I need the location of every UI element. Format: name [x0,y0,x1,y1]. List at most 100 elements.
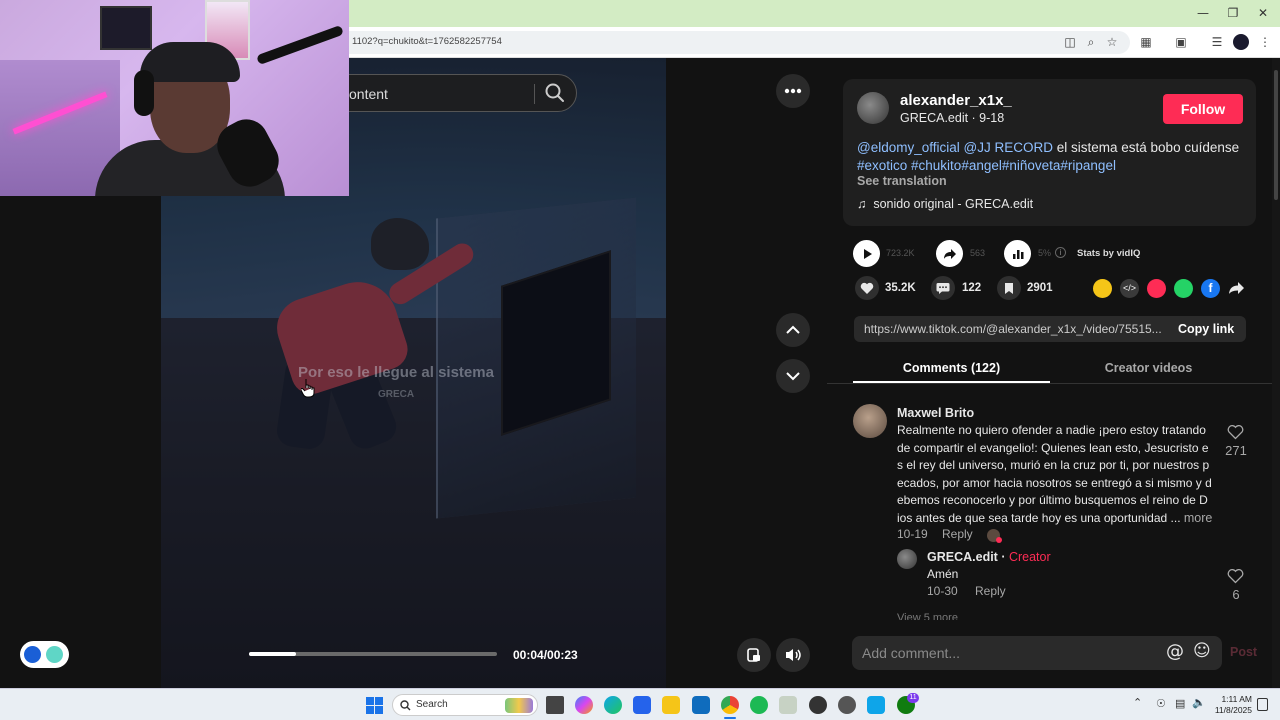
video-progress-bar[interactable] [249,652,497,656]
obs-icon[interactable] [809,696,827,714]
floating-player-button[interactable] [737,638,771,672]
vidiq-stats-button[interactable] [1004,240,1031,267]
video-link-text[interactable]: https://www.tiktok.com/@alexander_x1x_/v… [864,322,1162,336]
panel-scrollbar-thumb[interactable] [1274,70,1278,200]
store-icon[interactable] [633,696,651,714]
emoji-icon[interactable]: ☺ [1193,641,1211,661]
mention-at-icon[interactable]: @ [1166,641,1184,662]
speaker-icon[interactable]: 🔈 [1192,696,1206,709]
microphone-tray-icon[interactable]: ☉ [1156,697,1166,710]
install-app-icon[interactable]: ◫ [1062,34,1078,50]
vidiq-percent: 5% [1038,248,1052,258]
hand-cursor-icon [301,379,315,398]
follow-button[interactable]: Follow [1163,94,1243,124]
previous-video-button[interactable] [776,313,810,347]
file-explorer-icon[interactable] [662,696,680,714]
description-text: el sistema está bobo cuídense [1053,140,1240,155]
task-view-icon[interactable] [546,696,564,714]
notification-bell-icon[interactable] [1257,698,1268,711]
reply-reply-button[interactable]: Reply [975,584,1006,598]
whatsapp-icon[interactable] [1174,279,1193,298]
webcam-person-cap [140,42,240,82]
close-icon[interactable]: ✕ [1248,4,1278,22]
extensions-icon[interactable]: ▦ [1138,34,1154,50]
mention-link[interactable]: @eldomy_official [857,140,960,155]
more-options-button[interactable] [776,74,810,108]
copilot-icon[interactable] [575,696,593,714]
profile-avatar-icon[interactable] [1233,34,1249,50]
minimize-icon[interactable]: — [1188,4,1218,22]
save-button[interactable] [997,276,1021,300]
post-comment-button[interactable]: Post [1230,645,1257,659]
commenter-name[interactable]: Maxwel Brito [897,406,974,420]
outlook-icon[interactable] [692,696,710,714]
network-icon[interactable]: ▤ [1175,697,1185,710]
restore-icon[interactable]: ❐ [1218,4,1248,22]
see-translation-link[interactable]: See translation [857,174,947,188]
like-button[interactable] [855,276,879,300]
address-bar[interactable]: 1102?q=chukito&t=1762582257754 [330,31,1130,54]
play-button[interactable] [853,240,880,267]
taskbar-search[interactable]: Search [392,694,538,716]
bookmark-star-icon[interactable]: ☆ [1104,34,1120,50]
facebook-icon[interactable]: f [1201,279,1220,298]
commenter-avatar[interactable] [853,404,887,438]
reply-text: Amén [927,567,959,581]
reply-like-heart-icon[interactable] [1227,569,1244,584]
view-more-replies[interactable]: View 5 more [897,612,958,620]
browser-menu-icon[interactable]: ⋮ [1257,34,1273,50]
search-input[interactable]: ontent [349,86,388,102]
search-highlight-icon [505,698,533,713]
send-to-friends-icon[interactable] [1147,279,1166,298]
share-stat-button[interactable] [936,240,963,267]
volume-button[interactable] [776,638,810,672]
extension-toggle[interactable] [20,641,69,668]
comment-input[interactable]: Add comment... [862,645,960,661]
author-avatar[interactable] [857,92,889,124]
mention-link[interactable]: @JJ RECORD [964,140,1053,155]
tray-chevron-up-icon[interactable]: ⌃ [1133,696,1142,709]
next-video-button[interactable] [776,359,810,393]
spotify-icon[interactable] [750,696,768,714]
clock-time[interactable]: 1:11 AM [1206,694,1252,704]
tab-creator-videos[interactable]: Creator videos [1050,361,1247,375]
copy-link-button[interactable]: Copy link [1178,322,1234,336]
comment-reply-button[interactable]: Reply [942,527,973,541]
comment-line: ecados, por amor hacia nosotros se entre… [897,475,1212,490]
reading-list-icon[interactable]: ☰ [1209,34,1225,50]
hashtags[interactable]: #exotico #chukito#angel#niñoveta#ripange… [857,158,1116,173]
comment-input-box[interactable]: Add comment... @ ☺ [852,636,1222,670]
more-share-icon[interactable] [1228,280,1245,296]
sound-link[interactable]: ♫ sonido original - GRECA.edit [857,197,1033,211]
zoom-icon[interactable]: ⌕ [1083,34,1099,50]
windows-taskbar: Search 11 ⌃ ☉ ▤ 🔈 1:11 AM 11/8/2025 [0,688,1280,720]
shares-count: 563 [970,248,986,258]
app-icon[interactable] [779,696,797,714]
info-icon[interactable]: i [1055,247,1066,258]
comment-button[interactable] [931,276,955,300]
embed-code-icon[interactable]: </> [1120,279,1139,298]
author-name[interactable]: alexander_x1x_ [900,92,1012,109]
app-icon[interactable] [838,696,856,714]
comment-likes-count: 271 [1225,443,1247,458]
bookmark-icon [1005,282,1013,294]
active-tab-indicator [853,381,1050,383]
repost-icon[interactable] [1093,279,1112,298]
video-time: 00:04/00:23 [513,648,578,662]
comment-more-link[interactable]: more [1184,511,1212,525]
chrome-icon[interactable] [721,696,739,714]
video-progress-fill [249,652,297,656]
cast-icon[interactable]: ▣ [1173,34,1189,50]
reply-author-name[interactable]: GRECA.edit [927,550,998,564]
search-icon[interactable] [544,82,566,104]
edge-icon[interactable] [604,696,622,714]
clock-date[interactable]: 11/8/2025 [1206,705,1252,715]
webcam-headphone [134,70,154,116]
windows-start-icon[interactable] [366,697,383,714]
tab-comments[interactable]: Comments (122) [853,361,1050,375]
reply-avatar[interactable] [897,549,917,569]
comment-like-heart-icon[interactable] [1227,425,1244,440]
bar-chart-icon [1012,249,1023,259]
photos-icon[interactable] [867,696,885,714]
volume-icon [786,649,801,661]
